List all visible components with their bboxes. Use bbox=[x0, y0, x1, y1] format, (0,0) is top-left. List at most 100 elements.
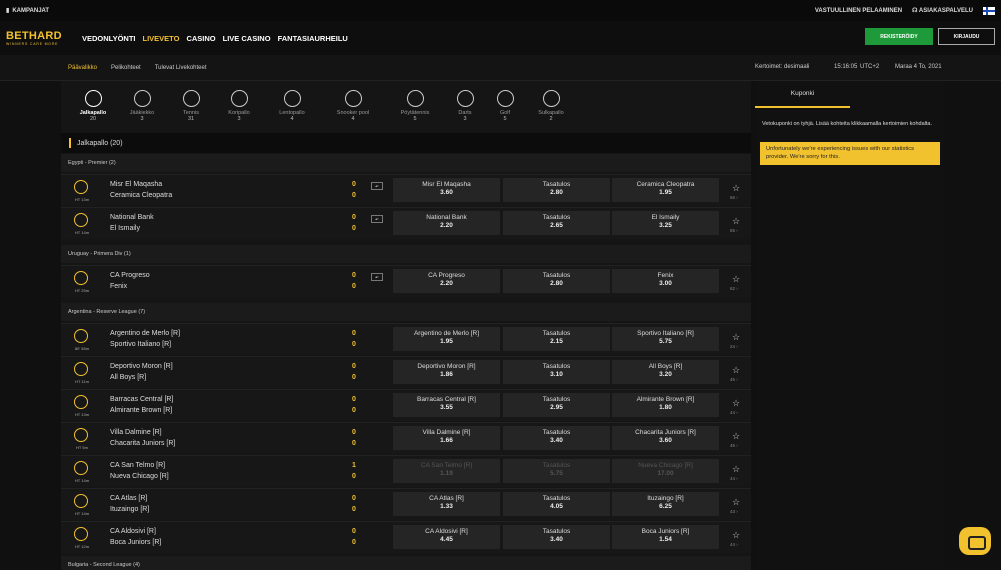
sport-basketball[interactable]: Koripallo 3 bbox=[215, 89, 263, 122]
favorite-star-icon[interactable]: ☆ bbox=[732, 398, 740, 409]
odds-draw-button[interactable]: Tasatulos 2.65 bbox=[503, 211, 610, 235]
home-team[interactable]: CA Progreso bbox=[110, 272, 150, 279]
bethard-logo[interactable]: BETHARD WINNERS CARE MORE bbox=[6, 30, 74, 46]
favorite-star-icon[interactable]: ☆ bbox=[732, 332, 740, 343]
match-row[interactable]: HT 14m National Bank El Ismaily 0 0 ▴▪ Nationa… bbox=[61, 207, 751, 239]
match-row[interactable]: 80' 55m Argentino de Merlo [R] Sportivo It… bbox=[61, 323, 751, 355]
odds-home-button[interactable]: Barracas Central [R] 3.55 bbox=[393, 393, 500, 417]
register-button[interactable]: REKISTERÖIDY bbox=[865, 28, 933, 45]
odds-away-button[interactable]: All Boys [R] 3.20 bbox=[612, 360, 719, 384]
sport-volleyball[interactable]: Lentopallo 4 bbox=[263, 89, 321, 122]
odds-away-button[interactable]: Ituzaingo [R] 6.25 bbox=[612, 492, 719, 516]
odds-draw-button[interactable]: Tasatulos 3.10 bbox=[503, 360, 610, 384]
home-team[interactable]: Villa Dalmine [R] bbox=[110, 429, 162, 436]
league-header[interactable]: Uruguay - Primera Div (1) bbox=[61, 245, 751, 263]
match-row[interactable]: HT 14m CA Atlas [R] Ituzaingo [R] 0 0 CA Atla… bbox=[61, 488, 751, 520]
sport-table-tennis[interactable]: Pöytätennis 5 bbox=[385, 89, 445, 122]
odds-draw-button[interactable]: Tasatulos 2.80 bbox=[503, 178, 610, 202]
match-row[interactable]: HT 14m CA San Telmo [R] Nueva Chicago [R] 1… bbox=[61, 455, 751, 487]
sport-badminton[interactable]: Sulkapallo 2 bbox=[525, 89, 577, 122]
home-team[interactable]: Argentino de Merlo [R] bbox=[110, 330, 180, 337]
odds-away-button[interactable]: Almirante Brown [R] 1.80 bbox=[612, 393, 719, 417]
match-row[interactable]: HT 13m Barracas Central [R] Almirante Brow… bbox=[61, 389, 751, 421]
home-team[interactable]: Barracas Central [R] bbox=[110, 396, 173, 403]
away-team[interactable]: Boca Juniors [R] bbox=[110, 539, 161, 546]
stats-icon[interactable]: ▴▪ bbox=[371, 215, 383, 223]
nav-live[interactable]: LIVEVETO bbox=[142, 34, 179, 43]
match-row[interactable]: HT 11m Deportivo Moron [R] All Boys [R] 0 0 D… bbox=[61, 356, 751, 388]
odds-away-button[interactable]: Ceramica Cleopatra 1.95 bbox=[612, 178, 719, 202]
favorite-star-icon[interactable]: ☆ bbox=[732, 274, 740, 285]
odds-draw-button[interactable]: Tasatulos 5.75 bbox=[503, 459, 610, 483]
favorite-star-icon[interactable]: ☆ bbox=[732, 216, 740, 227]
odds-away-button[interactable]: Nueva Chicago [R] 17.00 bbox=[612, 459, 719, 483]
favorite-star-icon[interactable]: ☆ bbox=[732, 183, 740, 194]
odds-home-button[interactable]: Villa Dalmine [R] 1.66 bbox=[393, 426, 500, 450]
match-row[interactable]: HT 12m CA Aldosivi [R] Boca Juniors [R] 0 0 C… bbox=[61, 521, 751, 553]
odds-draw-button[interactable]: Tasatulos 2.15 bbox=[503, 327, 610, 351]
responsible-gaming-link[interactable]: VASTUULLINEN PELAAMINEN bbox=[815, 8, 902, 14]
league-header[interactable]: Egypti - Premier (2) bbox=[61, 154, 751, 172]
odds-home-button[interactable]: CA Progreso 2.20 bbox=[393, 269, 500, 293]
sport-football[interactable]: Jalkapallo 20 bbox=[69, 89, 117, 122]
away-team[interactable]: El Ismaily bbox=[110, 225, 140, 232]
odds-home-button[interactable]: National Bank 2.20 bbox=[393, 211, 500, 235]
odds-home-button[interactable]: Misr El Maqasha 3.60 bbox=[393, 178, 500, 202]
finland-flag-icon[interactable] bbox=[983, 6, 995, 15]
away-team[interactable]: All Boys [R] bbox=[110, 374, 146, 381]
favorite-star-icon[interactable]: ☆ bbox=[732, 431, 740, 442]
favorite-star-icon[interactable]: ☆ bbox=[732, 497, 740, 508]
away-team[interactable]: Almirante Brown [R] bbox=[110, 407, 172, 414]
more-markets-link[interactable]: 66 › bbox=[730, 195, 738, 200]
odds-away-button[interactable]: Fenix 3.00 bbox=[612, 269, 719, 293]
odds-home-button[interactable]: CA Atlas [R] 1.33 bbox=[393, 492, 500, 516]
nav-fantasy[interactable]: FANTASIAURHEILU bbox=[278, 34, 348, 43]
more-markets-link[interactable]: 43 › bbox=[730, 509, 738, 514]
nav-sportsbook[interactable]: VEDONLYÖNTI bbox=[82, 34, 135, 43]
match-row[interactable]: HT 25m CA Progreso Fenix 0 0 ▴▪ CA Progreso 2.2… bbox=[61, 265, 751, 297]
odds-format-selector[interactable]: Kertoimet: desimaali bbox=[755, 64, 809, 70]
tab-main-menu[interactable]: Päävalikko bbox=[68, 65, 97, 71]
away-team[interactable]: Chacarita Juniors [R] bbox=[110, 440, 175, 447]
sport-tennis[interactable]: Tennis 31 bbox=[167, 89, 215, 122]
support-link[interactable]: ☊ ASIAKASPALVELU bbox=[912, 7, 973, 14]
odds-draw-button[interactable]: Tasatulos 4.05 bbox=[503, 492, 610, 516]
away-team[interactable]: Ituzaingo [R] bbox=[110, 506, 149, 513]
chat-button[interactable] bbox=[959, 527, 991, 555]
sport-ice-hockey[interactable]: Jääkiekko 3 bbox=[117, 89, 167, 122]
more-markets-link[interactable]: 45 › bbox=[730, 443, 738, 448]
away-team[interactable]: Ceramica Cleopatra bbox=[110, 192, 172, 199]
tab-coupon[interactable]: Kuponki bbox=[755, 81, 850, 108]
home-team[interactable]: CA San Telmo [R] bbox=[110, 462, 165, 469]
league-header[interactable]: Argentina - Reserve League (7) bbox=[61, 303, 751, 321]
odds-home-button[interactable]: CA San Telmo [R] 1.19 bbox=[393, 459, 500, 483]
more-markets-link[interactable]: 44 › bbox=[730, 410, 738, 415]
nav-live-casino[interactable]: LIVE CASINO bbox=[223, 34, 271, 43]
odds-draw-button[interactable]: Tasatulos 2.95 bbox=[503, 393, 610, 417]
away-team[interactable]: Nueva Chicago [R] bbox=[110, 473, 169, 480]
match-row[interactable]: HT 13m Misr El Maqasha Ceramica Cleopatra 0… bbox=[61, 174, 751, 206]
odds-draw-button[interactable]: Tasatulos 3.40 bbox=[503, 426, 610, 450]
league-header[interactable]: Bulgaria - Second League (4) bbox=[61, 556, 751, 570]
home-team[interactable]: Misr El Maqasha bbox=[110, 181, 162, 188]
sport-golf[interactable]: Golf 5 bbox=[485, 89, 525, 122]
more-markets-link[interactable]: 45 › bbox=[730, 377, 738, 382]
odds-draw-button[interactable]: Tasatulos 2.80 bbox=[503, 269, 610, 293]
more-markets-link[interactable]: 24 › bbox=[730, 344, 738, 349]
sport-darts[interactable]: Darts 3 bbox=[445, 89, 485, 122]
odds-away-button[interactable]: Sportivo Italiano [R] 5.75 bbox=[612, 327, 719, 351]
match-row[interactable]: HT 5m Villa Dalmine [R] Chacarita Juniors … bbox=[61, 422, 751, 454]
favorite-star-icon[interactable]: ☆ bbox=[732, 530, 740, 541]
more-markets-link[interactable]: 62 › bbox=[730, 286, 738, 291]
away-team[interactable]: Sportivo Italiano [R] bbox=[110, 341, 171, 348]
home-team[interactable]: CA Atlas [R] bbox=[110, 495, 147, 502]
tab-events[interactable]: Pelikohteet bbox=[111, 65, 141, 71]
campaigns-link[interactable]: ▮ KAMPANJAT bbox=[6, 7, 49, 15]
stats-icon[interactable]: ▴▪ bbox=[371, 182, 383, 190]
odds-home-button[interactable]: Deportivo Moron [R] 1.86 bbox=[393, 360, 500, 384]
tab-upcoming-live[interactable]: Tulevat Livekohteet bbox=[155, 65, 207, 71]
home-team[interactable]: Deportivo Moron [R] bbox=[110, 363, 173, 370]
odds-away-button[interactable]: Chacarita Juniors [R] 3.60 bbox=[612, 426, 719, 450]
odds-away-button[interactable]: El Ismaily 3.25 bbox=[612, 211, 719, 235]
nav-casino[interactable]: CASINO bbox=[186, 34, 215, 43]
